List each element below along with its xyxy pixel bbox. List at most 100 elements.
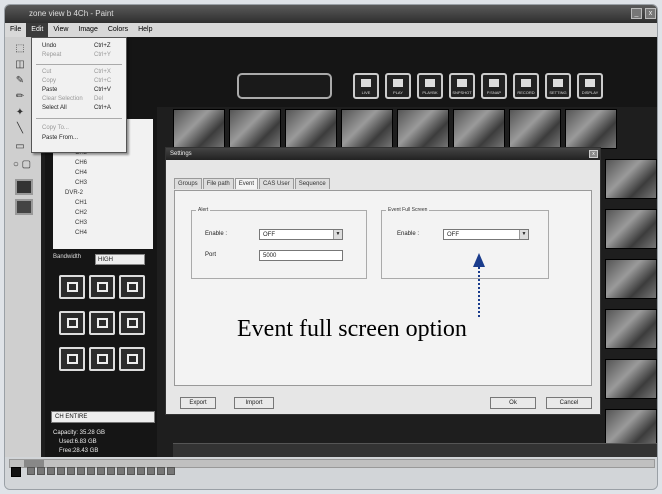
camera-thumbnail[interactable] (341, 109, 393, 149)
layout-6-button[interactable] (59, 311, 85, 335)
palette-swatch[interactable] (117, 467, 125, 475)
menu-item-copy[interactable]: Copy Ctrl+C (32, 77, 126, 86)
menu-help[interactable]: Help (133, 23, 157, 37)
eraser-tool-icon[interactable]: ◫ (13, 59, 27, 71)
airbrush-tool-icon[interactable]: ✦ (13, 107, 27, 119)
camera-thumbnail[interactable] (605, 359, 657, 399)
export-button[interactable]: Export (180, 397, 216, 409)
camera-select[interactable]: CH ENTIRE (51, 411, 155, 423)
layout-16-button[interactable] (89, 347, 115, 371)
alert-port-input[interactable]: 5000 (259, 250, 343, 261)
palette-swatch[interactable] (57, 467, 65, 475)
camera-thumbnail[interactable] (173, 109, 225, 149)
tree-item[interactable]: CH4 (75, 229, 87, 237)
palette-swatch[interactable] (77, 467, 85, 475)
picker-tool-icon[interactable]: ✎ (13, 75, 27, 87)
rectangle-tool-icon[interactable]: ▭ (13, 141, 27, 153)
tree-item[interactable]: CH3 (75, 219, 87, 227)
layout-13-button[interactable] (59, 347, 85, 371)
dialog-close-button[interactable]: x (589, 150, 598, 158)
menu-item-select-all[interactable]: Select All Ctrl+A (32, 104, 126, 113)
palette-swatch[interactable] (87, 467, 95, 475)
tab-groups[interactable]: Groups (174, 178, 202, 189)
capacity-text: Capacity: 35.28 GB (53, 430, 106, 436)
full-screen-enable-select[interactable]: OFF ▼ (443, 229, 529, 240)
tree-item[interactable]: CH3 (75, 179, 87, 187)
close-button[interactable]: x (645, 8, 656, 19)
camera-thumbnail[interactable] (605, 309, 657, 349)
fullscreen-button[interactable] (119, 347, 145, 371)
menu-item-cut[interactable]: Cut Ctrl+X (32, 68, 126, 77)
import-button[interactable]: Import (234, 397, 274, 409)
tree-item[interactable]: CH4 (75, 169, 87, 177)
minimize-button[interactable]: _ (631, 8, 642, 19)
live-button[interactable]: LIVE (353, 73, 379, 99)
layout-8-button[interactable] (89, 311, 115, 335)
ellipse-tool-icon[interactable]: ○ ▢ (7, 159, 37, 171)
line-tool-icon[interactable]: ╲ (13, 123, 27, 135)
menu-item-paste[interactable]: Paste Ctrl+V (32, 86, 126, 95)
psnap-button[interactable]: P.SNAP (481, 73, 507, 99)
camera-thumbnail[interactable] (509, 109, 561, 149)
camera-thumbnail[interactable] (605, 159, 657, 199)
layout-icon (67, 282, 78, 292)
palette-swatch[interactable] (11, 467, 21, 477)
scrollbar-thumb[interactable] (24, 460, 44, 467)
menu-item-undo[interactable]: Undo Ctrl+Z (32, 42, 126, 51)
palette-swatch[interactable] (27, 467, 35, 475)
record-button[interactable]: RECORD (513, 73, 539, 99)
palette-swatch[interactable] (127, 467, 135, 475)
camera-thumbnail[interactable] (285, 109, 337, 149)
palette-swatch[interactable] (157, 467, 165, 475)
palette-swatch[interactable] (137, 467, 145, 475)
tab-sequence[interactable]: Sequence (294, 178, 330, 189)
tab-file-path[interactable]: File path (202, 178, 234, 189)
option-box-1[interactable] (15, 179, 33, 195)
ok-button[interactable]: Ok (490, 397, 536, 409)
palette-swatch[interactable] (47, 467, 55, 475)
tab-cas-user[interactable]: CAS User (259, 178, 294, 189)
display-button[interactable]: DISPLAY (577, 73, 603, 99)
palette-swatch[interactable] (97, 467, 105, 475)
camera-thumbnail[interactable] (605, 259, 657, 299)
palette-swatch[interactable] (167, 467, 175, 475)
snapshot-button[interactable]: SNPSHOT (449, 73, 475, 99)
menu-edit[interactable]: Edit (26, 23, 49, 37)
tree-item[interactable]: CH6 (75, 159, 87, 167)
pencil-tool-icon[interactable]: ✏ (13, 91, 27, 103)
layout-4-button[interactable] (89, 275, 115, 299)
tree-item[interactable]: CH2 (75, 209, 87, 217)
play-button[interactable]: PLAY (385, 73, 411, 99)
menu-item-copy-to[interactable]: Copy To... (32, 124, 126, 133)
layout-1-button[interactable] (59, 275, 85, 299)
setting-button[interactable]: SETTING (545, 73, 571, 99)
menu-item-paste-from[interactable]: Paste From... (32, 134, 126, 143)
menu-item-repeat[interactable]: Repeat Ctrl+Y (32, 51, 126, 60)
playback-button[interactable]: PLAYBK (417, 73, 443, 99)
camera-thumbnail[interactable] (605, 209, 657, 249)
menu-colors[interactable]: Colors (103, 23, 133, 37)
camera-thumbnail[interactable] (397, 109, 449, 149)
palette-swatch[interactable] (67, 467, 75, 475)
palette-swatch[interactable] (147, 467, 155, 475)
menu-file[interactable]: File (5, 23, 26, 37)
menu-item-clear-selection[interactable]: Clear Selection Del (32, 95, 126, 104)
tab-event[interactable]: Event (234, 178, 259, 189)
option-box-2[interactable] (15, 199, 33, 215)
tree-item[interactable]: DVR-2 (65, 189, 83, 197)
layout-10-button[interactable] (119, 311, 145, 335)
palette-swatch[interactable] (37, 467, 45, 475)
cancel-button[interactable]: Cancel (546, 397, 592, 409)
layout-9-button[interactable] (119, 275, 145, 299)
camera-thumbnail[interactable] (453, 109, 505, 149)
camera-thumbnail[interactable] (565, 109, 617, 149)
menu-view[interactable]: View (48, 23, 73, 37)
select-tool-icon[interactable]: ⬚ (13, 43, 27, 55)
palette-swatch[interactable] (107, 467, 115, 475)
tree-item[interactable]: CH1 (75, 199, 87, 207)
camera-thumbnail[interactable] (229, 109, 281, 149)
menu-image[interactable]: Image (73, 23, 102, 37)
menu-item-label: Cut (42, 69, 52, 75)
bandwidth-select[interactable]: HIGH (95, 254, 145, 265)
alert-enable-select[interactable]: OFF ▼ (259, 229, 343, 240)
